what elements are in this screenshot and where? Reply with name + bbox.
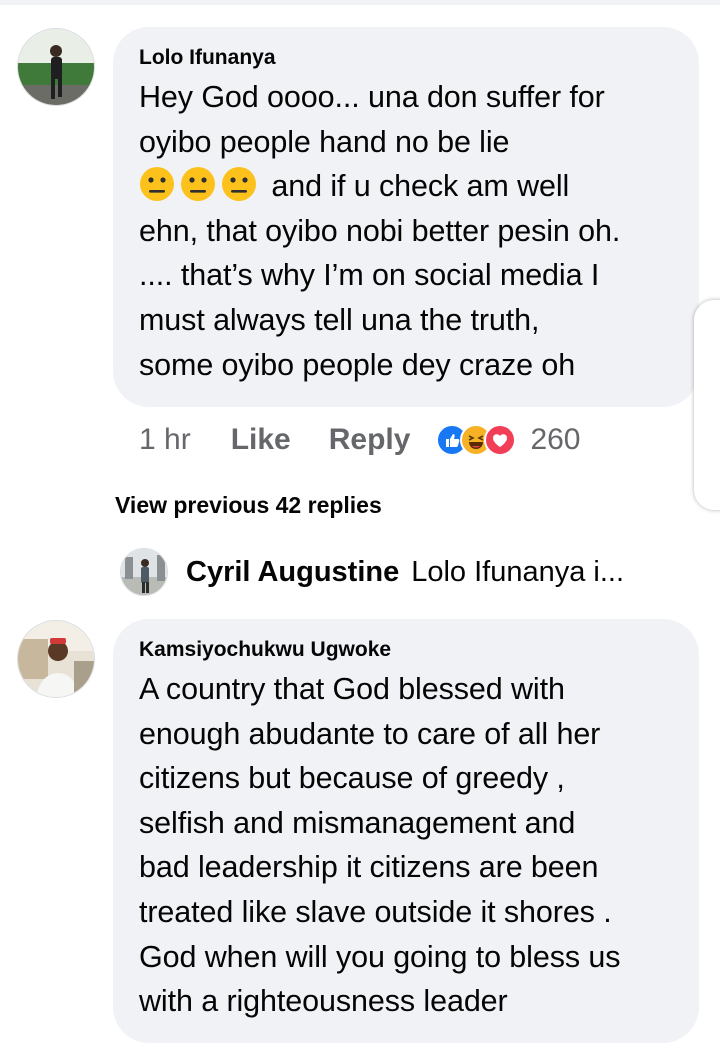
top-divider <box>0 0 720 5</box>
neutral-face-icon <box>222 167 256 202</box>
comment-line: and if u check am well <box>139 164 673 209</box>
avatar-photo <box>18 621 94 697</box>
comment-line-text: and if u check am well <box>271 169 570 204</box>
comment-author[interactable]: Lolo Ifunanya <box>139 45 673 71</box>
comment-author[interactable]: Kamsiyochukwu Ugwoke <box>139 637 673 663</box>
comment-line: some oyibo people dey craze oh <box>139 347 576 382</box>
reply-preview[interactable]: Cyril Augustine Lolo Ifunanya i... <box>120 548 624 596</box>
comment-line: God when will you going to bless us <box>139 939 621 974</box>
comment-text: Hey God oooo... una don suffer for oyibo… <box>139 75 673 387</box>
avatar-photo <box>121 549 167 595</box>
comment-line: .... that’s why I’m on social media I <box>139 258 600 293</box>
emoji-group <box>139 166 257 202</box>
avatar[interactable] <box>17 620 95 698</box>
reaction-count[interactable]: 260 <box>530 423 580 457</box>
comment-line: treated like slave outside it shores . <box>139 894 612 929</box>
comment-line: must always tell una the truth, <box>139 302 540 337</box>
comment-bubble[interactable]: Kamsiyochukwu Ugwoke A country that God … <box>113 619 699 1043</box>
comment-line: Hey God oooo... una don suffer for <box>139 80 605 114</box>
comment-line: with a righteousness leader <box>139 984 508 1019</box>
avatar-photo <box>18 29 94 105</box>
reply-author[interactable]: Cyril Augustine <box>186 556 399 589</box>
chat-head-handle[interactable] <box>694 300 720 510</box>
reply-button[interactable]: Reply <box>329 423 411 457</box>
comment-timestamp[interactable]: 1 hr <box>139 423 191 457</box>
comment-line: A country that God blessed with <box>139 672 565 706</box>
neutral-face-icon <box>181 167 215 202</box>
avatar[interactable] <box>120 548 168 596</box>
reply-snippet: Lolo Ifunanya i... <box>411 555 625 588</box>
comment-actions: 1 hr Like Reply 260 <box>139 423 581 457</box>
like-button[interactable]: Like <box>231 423 291 457</box>
comment-text: A country that God blessed with enough a… <box>139 667 673 1024</box>
reactions-summary[interactable] <box>436 424 517 456</box>
comment-line: bad leadership it citizens are been <box>139 850 599 885</box>
comment-line: oyibo people hand no be lie <box>139 124 510 159</box>
comment-line: ehn, that oyibo nobi better pesin oh. <box>139 213 621 248</box>
love-reaction-icon <box>484 424 517 456</box>
comment-line: citizens but because of greedy , <box>139 761 565 796</box>
comment-line: selfish and mismanagement and <box>139 805 576 840</box>
avatar[interactable] <box>17 28 95 106</box>
comment-bubble[interactable]: Lolo Ifunanya Hey God oooo... una don su… <box>113 27 699 407</box>
comment-line: enough abudante to care of all her <box>139 716 601 751</box>
view-previous-replies-link[interactable]: View previous 42 replies <box>115 492 382 519</box>
neutral-face-icon <box>140 167 174 202</box>
